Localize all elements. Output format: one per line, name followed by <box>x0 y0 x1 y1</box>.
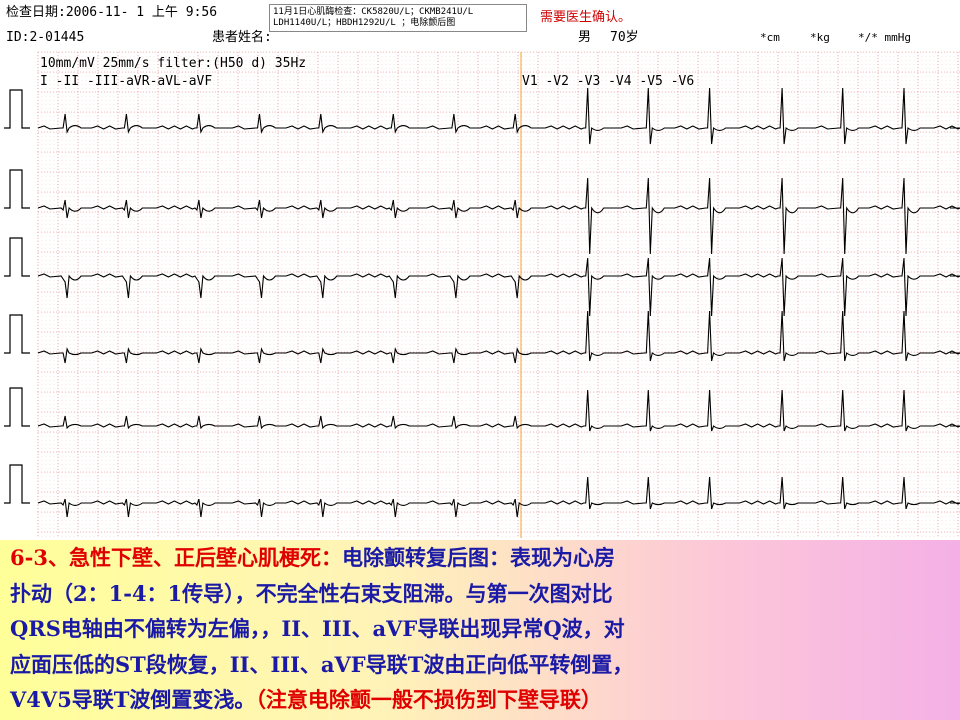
ecg-strip <box>4 51 960 538</box>
enzyme-note-line1: 11月1日心肌酶检查：CK5820U/L；CKMB241U/L <box>273 7 474 17</box>
caption-line-2: 扑动（2：1-4：1传导），不完全性右束支阻滞。与第一次图对比 <box>10 580 613 606</box>
calibration-pulse <box>4 464 30 504</box>
enzyme-note-box: 11月1日心肌酶检查：CK5820U/L；CKMB241U/L LDH1140U… <box>269 4 527 32</box>
chest-leads-label: V1 -V2 -V3 -V4 -V5 -V6 <box>522 74 695 89</box>
exam-date: 检查日期:2006-11- 1 上午 9:56 <box>6 5 218 20</box>
caption-line-4: 应面压低的ST段恢复，II、III、aVF导联T波由正向低平转倒置， <box>10 651 634 677</box>
calibration-pulse <box>4 169 30 209</box>
caption-line-1-rest: 电除颤转复后图：表现为心房 <box>341 545 615 570</box>
enzyme-note-line2: LDH1140U/L；HBDH1292U/L ；电除颤后图 <box>273 18 456 28</box>
patient-name-label: 患者姓名: <box>212 30 272 45</box>
ecg-trace-5 <box>37 389 960 432</box>
diagnosis-title: 6-3、急性下壁、正后壁心肌梗死： <box>10 545 342 570</box>
patient-id: ID:2-01445 <box>6 30 85 45</box>
ecg-grid-major <box>37 51 960 538</box>
ecg-trace-3 <box>37 257 960 317</box>
caption-line-5: V4V5导联T波倒置变浅。（注意电除颤一般不损伤到下壁导联） <box>10 682 960 718</box>
caption-line-5-red: （注意电除颤一般不损伤到下壁导联） <box>255 687 602 712</box>
calibration-pulse <box>4 314 30 354</box>
caption-line-5-blue: V4V5导联T波倒置变浅。 <box>10 687 256 712</box>
limb-leads-label: I -II -III-aVR-aVL-aVF <box>40 74 213 89</box>
calibration-pulse <box>4 387 30 427</box>
ecg-trace-6 <box>37 476 960 518</box>
doctor-confirm-note: 需要医生确认。 <box>540 10 632 25</box>
blood-pressure: */* mmHg <box>858 31 911 44</box>
calibration-pulse <box>4 237 30 277</box>
caption-line-1: 6-3、急性下壁、正后壁心肌梗死：电除颤转复后图：表现为心房 <box>10 540 960 576</box>
caption-line-3: QRS电轴由不偏转为左偏，，II、III、aVF导联出现异常Q波，对 <box>10 616 625 641</box>
patient-sex: 男 <box>578 30 592 45</box>
calibration-pulse <box>4 89 30 129</box>
patient-height: *cm <box>760 31 780 44</box>
ecg-trace-1 <box>37 87 960 145</box>
ecg-settings: 10mm/mV 25mm/s filter:(H50 d) 35Hz <box>40 56 307 71</box>
ecg-trace-4 <box>37 310 960 364</box>
caption-panel: 6-3、急性下壁、正后壁心肌梗死：电除颤转复后图：表现为心房 扑动（2：1-4：… <box>0 540 960 720</box>
ecg-trace-2 <box>37 177 960 255</box>
patient-weight: *kg <box>810 31 830 44</box>
patient-age: 70岁 <box>610 30 639 45</box>
